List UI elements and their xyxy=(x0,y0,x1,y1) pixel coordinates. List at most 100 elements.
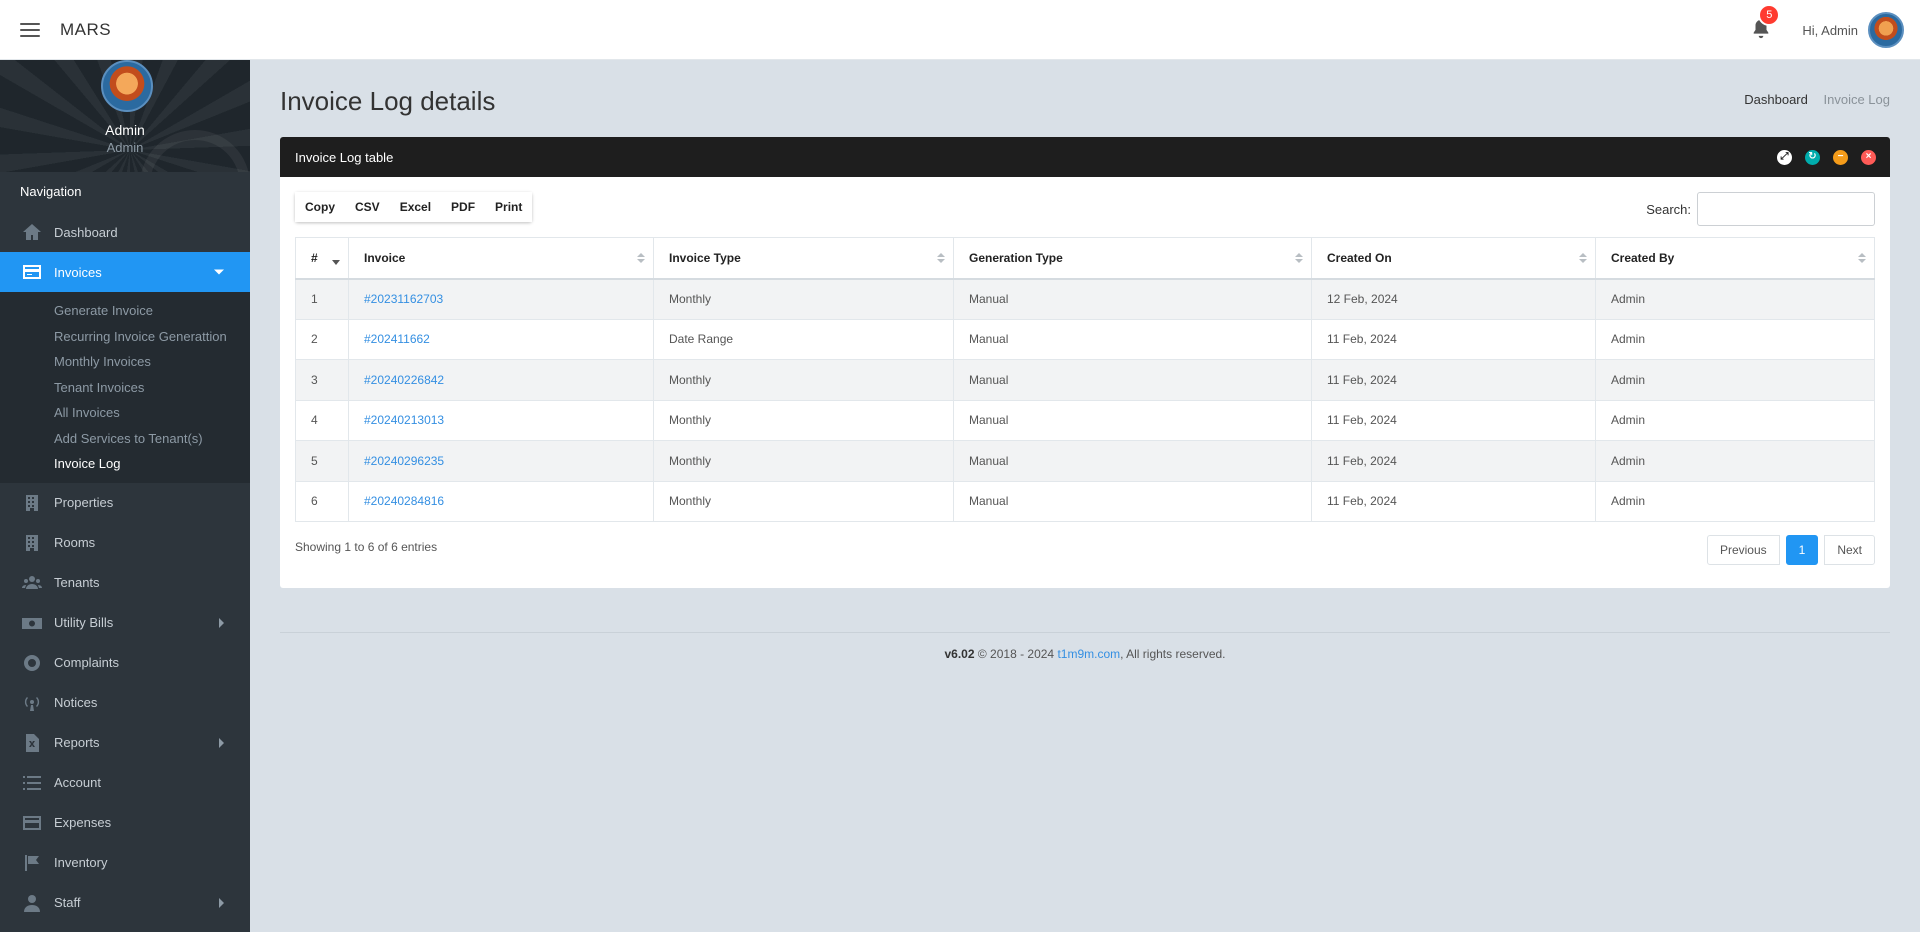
sidebar-item-account[interactable]: Account xyxy=(0,763,250,803)
breadcrumb-dashboard[interactable]: Dashboard xyxy=(1744,92,1808,107)
invoice-link[interactable]: #20240213013 xyxy=(364,413,444,427)
submenu-item-monthly-invoices[interactable]: Monthly Invoices xyxy=(0,349,250,375)
invoice-log-table: # Invoice Invoice Type Generation Type C… xyxy=(295,237,1875,522)
submenu-item-invoice-log[interactable]: Invoice Log xyxy=(0,451,250,477)
sidebar-item-label: Notices xyxy=(54,695,98,710)
profile-role: Admin xyxy=(106,140,144,155)
sidebar-item-utility-bills[interactable]: Utility Bills xyxy=(0,603,250,643)
sidebar-item-expenses[interactable]: Expenses xyxy=(0,803,250,843)
collapse-icon[interactable]: − xyxy=(1833,149,1848,165)
submenu-item-all-invoices[interactable]: All Invoices xyxy=(0,400,250,426)
invoice-link[interactable]: #20240284816 xyxy=(364,494,444,508)
sidebar-item-invoices[interactable]: Invoices xyxy=(0,252,250,292)
chevron-right-icon xyxy=(219,897,224,908)
reload-icon[interactable]: ↻ xyxy=(1805,149,1820,165)
life-ring-icon xyxy=(20,653,44,673)
user-avatar[interactable] xyxy=(1868,12,1904,48)
pdf-button[interactable]: PDF xyxy=(441,192,486,222)
sidebar-item-rooms[interactable]: Rooms xyxy=(0,523,250,563)
sidebar-item-label: Expenses xyxy=(54,815,112,830)
close-icon[interactable]: × xyxy=(1861,149,1876,165)
cell-number: 4 xyxy=(295,399,349,441)
invoice-link[interactable]: #20240296235 xyxy=(364,454,444,468)
profile-name: Admin xyxy=(105,122,145,138)
column-header-number[interactable]: # xyxy=(295,237,349,280)
submenu-item-tenant-invoices[interactable]: Tenant Invoices xyxy=(0,375,250,401)
column-header-created-on[interactable]: Created On xyxy=(1311,237,1596,280)
app-brand[interactable]: MARS xyxy=(60,20,111,40)
invoice-link[interactable]: #202411662 xyxy=(364,332,430,346)
pagination: Previous 1 Next xyxy=(1706,535,1875,565)
copy-button[interactable]: Copy xyxy=(295,192,345,222)
table-row: 2 #202411662 Date Range Manual 11 Feb, 2… xyxy=(295,318,1875,360)
excel-button[interactable]: Excel xyxy=(389,192,442,222)
menu-toggle-icon[interactable] xyxy=(20,22,40,37)
cell-created-on: 11 Feb, 2024 xyxy=(1311,399,1596,441)
submenu-item-generate-invoice[interactable]: Generate Invoice xyxy=(0,298,250,324)
sidebar-item-properties[interactable]: Properties xyxy=(0,483,250,523)
page-1-button[interactable]: 1 xyxy=(1785,535,1819,565)
cell-invoice-type: Monthly xyxy=(653,480,954,522)
print-button[interactable]: Print xyxy=(485,192,533,222)
cell-generation-type: Manual xyxy=(953,318,1312,360)
column-header-created-by[interactable]: Created By xyxy=(1595,237,1875,280)
sidebar-item-complaints[interactable]: Complaints xyxy=(0,643,250,683)
profile-avatar[interactable] xyxy=(101,60,153,112)
previous-page-button[interactable]: Previous xyxy=(1706,535,1780,565)
money-bill-icon xyxy=(20,613,44,633)
sidebar-profile: Admin Admin xyxy=(0,60,250,172)
sort-icon xyxy=(937,252,945,263)
flag-icon xyxy=(20,853,44,873)
footer-divider xyxy=(280,632,1890,633)
cell-invoice-type: Monthly xyxy=(653,359,954,401)
cell-created-on: 12 Feb, 2024 xyxy=(1311,278,1596,320)
sidebar-item-dashboard[interactable]: Dashboard xyxy=(0,212,250,252)
table-header-row: # Invoice Invoice Type Generation Type C… xyxy=(295,237,1875,280)
cell-generation-type: Manual xyxy=(953,399,1312,441)
sidebar-item-staff[interactable]: Staff xyxy=(0,883,250,923)
user-greeting[interactable]: Hi, Admin xyxy=(1802,23,1858,38)
column-header-invoice[interactable]: Invoice xyxy=(348,237,654,280)
search-input[interactable] xyxy=(1697,192,1875,226)
credit-card-icon xyxy=(20,262,44,282)
sidebar-item-label: Complaints xyxy=(54,655,120,670)
sidebar-item-inventory[interactable]: Inventory xyxy=(0,843,250,883)
cell-created-on: 11 Feb, 2024 xyxy=(1311,480,1596,522)
panel-tools: ⤢ ↻ − × xyxy=(1764,137,1876,177)
column-header-generation-type[interactable]: Generation Type xyxy=(953,237,1312,280)
footer-link[interactable]: t1m9m.com xyxy=(1057,647,1120,661)
cell-created-by: Admin xyxy=(1595,278,1875,320)
column-header-invoice-type[interactable]: Invoice Type xyxy=(653,237,954,280)
sidebar-item-label: Inventory xyxy=(54,855,108,870)
csv-button[interactable]: CSV xyxy=(345,192,390,222)
sidebar-item-label: Rooms xyxy=(54,535,96,550)
invoice-link[interactable]: #20240226842 xyxy=(364,373,444,387)
cell-created-by: Admin xyxy=(1595,440,1875,482)
chevron-right-icon xyxy=(219,617,224,628)
submenu-item-add-services[interactable]: Add Services to Tenant(s) xyxy=(0,426,250,452)
invoice-link[interactable]: #20231162703 xyxy=(364,292,443,306)
cell-invoice-type: Monthly xyxy=(653,278,954,320)
sidebar-item-tenants[interactable]: Tenants xyxy=(0,563,250,603)
invoice-log-panel: Invoice Log table ⤢ ↻ − × Copy CSV Excel… xyxy=(280,137,1890,588)
cell-created-by: Admin xyxy=(1595,318,1875,360)
expand-icon[interactable]: ⤢ xyxy=(1777,149,1792,165)
notifications-bell-icon[interactable]: 5 xyxy=(1750,4,1781,42)
notification-count-badge: 5 xyxy=(1758,4,1781,26)
table-row: 6 #20240284816 Monthly Manual 11 Feb, 20… xyxy=(295,480,1875,522)
cell-generation-type: Manual xyxy=(953,440,1312,482)
file-excel-icon xyxy=(20,733,44,753)
table-row: 3 #20240226842 Monthly Manual 11 Feb, 20… xyxy=(295,359,1875,401)
cell-created-on: 11 Feb, 2024 xyxy=(1311,318,1596,360)
sidebar-item-notices[interactable]: Notices xyxy=(0,683,250,723)
sidebar-item-label: Tenants xyxy=(54,575,100,590)
sidebar-item-reports[interactable]: Reports xyxy=(0,723,250,763)
next-page-button[interactable]: Next xyxy=(1824,535,1875,565)
submenu-item-recurring-invoice[interactable]: Recurring Invoice Generattion xyxy=(0,324,250,350)
top-header: MARS 5 Hi, Admin xyxy=(0,0,1920,60)
cell-invoice-type: Monthly xyxy=(653,440,954,482)
breadcrumb: Dashboard Invoice Log xyxy=(1744,92,1890,107)
panel-title: Invoice Log table xyxy=(295,149,394,165)
cell-number: 6 xyxy=(295,480,349,522)
cell-number: 1 xyxy=(295,278,349,320)
